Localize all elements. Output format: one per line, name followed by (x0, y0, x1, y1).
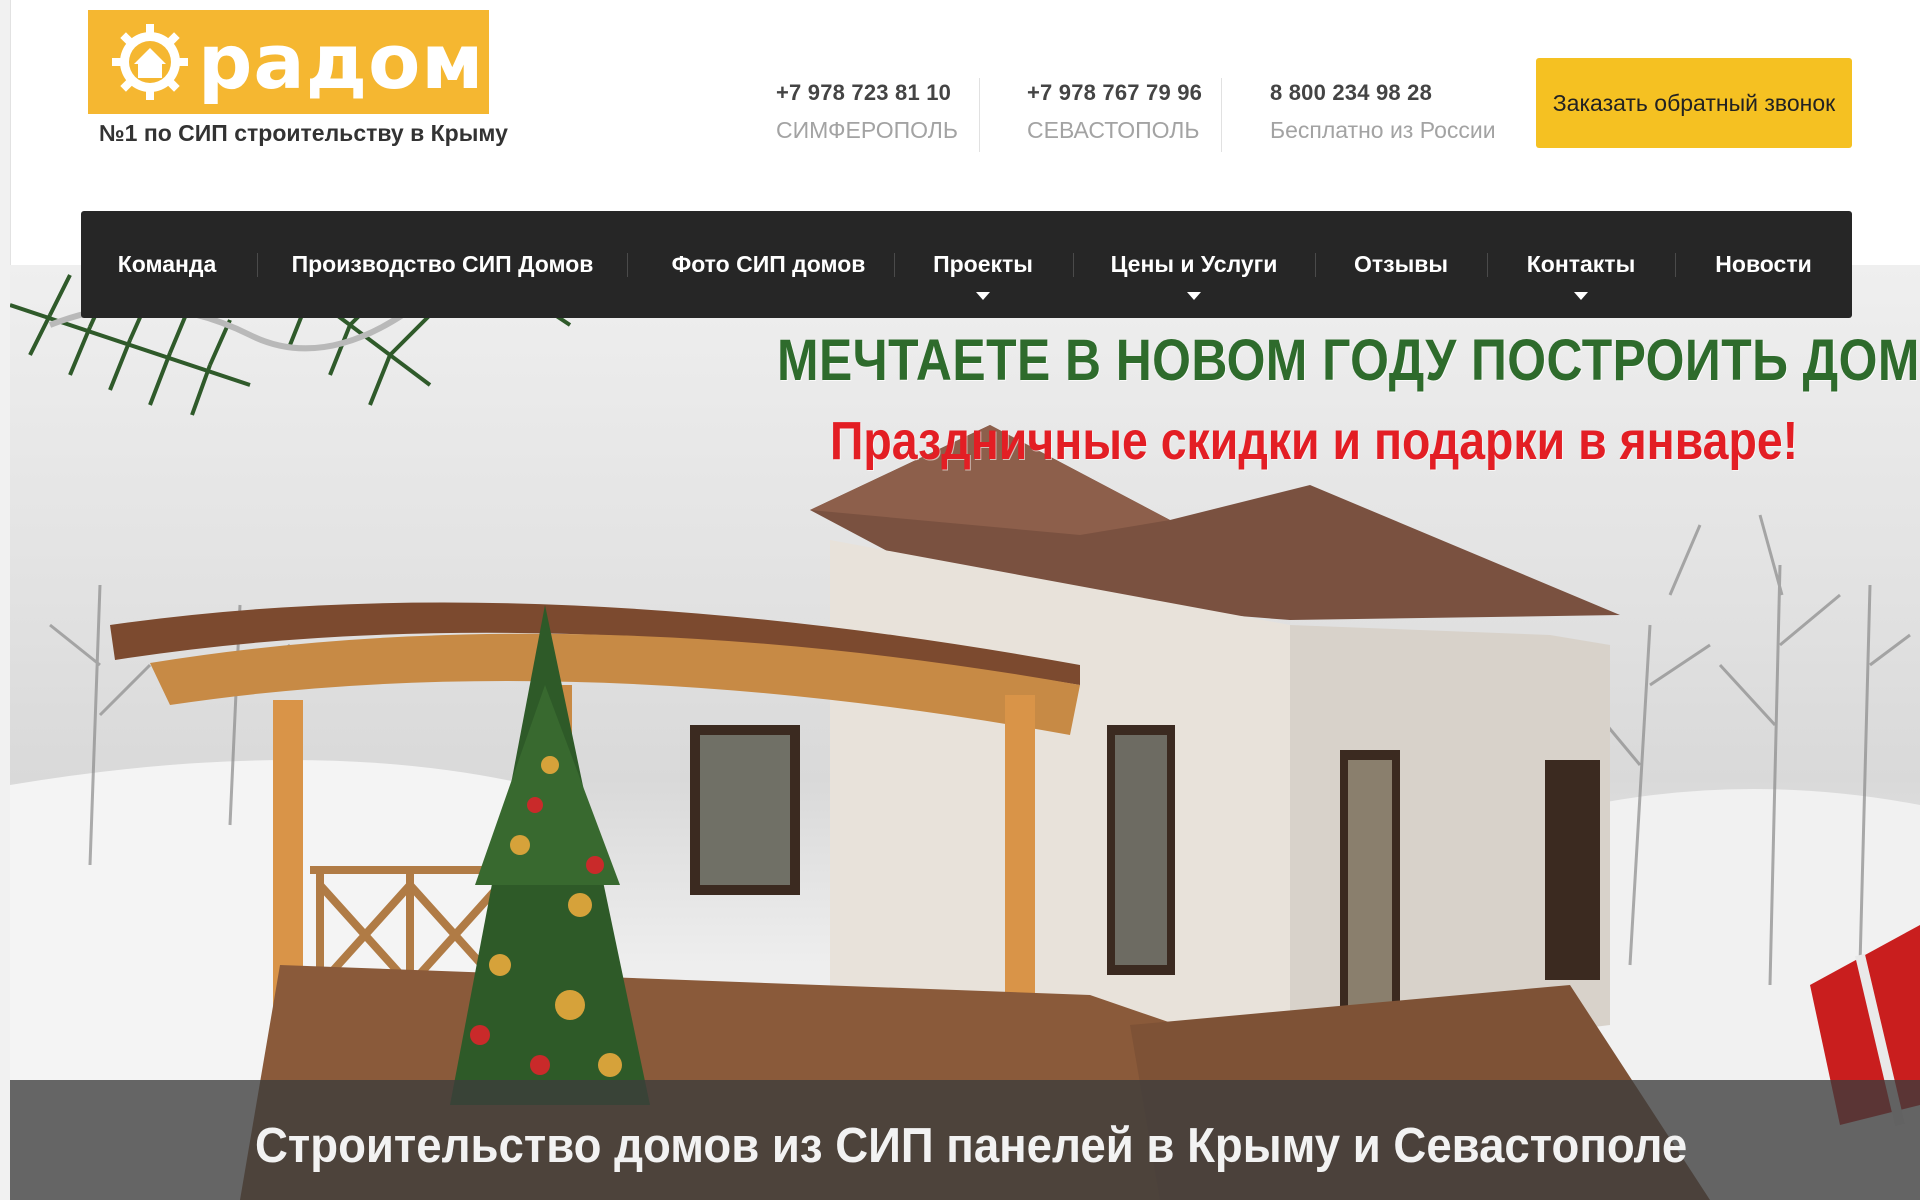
nav-item-projects[interactable]: Проекты (893, 211, 1073, 318)
promo-title: МЕЧТАЕТЕ В НОВОМ ГОДУ ПОСТРОИТЬ ДОМ? (777, 328, 1920, 393)
nav-item-label: Фото СИП домов (671, 251, 866, 277)
nav-item-team[interactable]: Команда (81, 211, 253, 318)
nav-item-news[interactable]: Новости (1675, 211, 1852, 318)
nav-item-label: Отзывы (1353, 251, 1448, 277)
tagline: №1 по СИП строительству в Крыму (99, 120, 508, 146)
chevron-down-icon (1187, 292, 1201, 300)
nav-item-photos[interactable]: Фото СИП домов (631, 211, 906, 318)
logo-gear-house-icon (112, 24, 188, 100)
logo-text: радом (198, 17, 485, 106)
city-label: Бесплатно из России (1270, 117, 1496, 143)
phone-number[interactable]: +7 978 723 81 10 (776, 80, 958, 106)
city-label: СИМФЕРОПОЛЬ (776, 117, 958, 143)
contact-simferopol[interactable]: +7 978 723 81 10 СИМФЕРОПОЛЬ (776, 80, 958, 155)
city-label: СЕВАСТОПОЛЬ (1027, 117, 1200, 143)
chevron-down-icon (1574, 292, 1588, 300)
hero-banner[interactable]: МЕЧТАЕТЕ В НОВОМ ГОДУ ПОСТРОИТЬ ДОМ? Пра… (10, 265, 1920, 1200)
nav-item-production[interactable]: Производство СИП Домов (262, 211, 623, 318)
nav-separator (257, 253, 258, 277)
nav-item-label: Контакты (1526, 251, 1636, 277)
nav-item-label: Производство СИП Домов (291, 251, 594, 277)
nav-item-label: Цены и Услуги (1110, 251, 1278, 277)
main-nav: Команда Производство СИП Домов Фото СИП … (81, 211, 1852, 318)
contact-sevastopol[interactable]: +7 978 767 79 96 СЕВАСТОПОЛЬ (1027, 80, 1202, 155)
nav-item-label: Команда (117, 251, 217, 277)
promo-subtitle: Праздничные скидки и подарки в январе! (830, 411, 1799, 471)
hero-image (10, 265, 1920, 1200)
logo[interactable]: радом (88, 10, 489, 114)
chevron-down-icon (976, 292, 990, 300)
contact-divider (979, 78, 980, 152)
hero-caption: Строительство домов из СИП панелей в Кры… (255, 1119, 1688, 1173)
contact-divider (1221, 78, 1222, 152)
nav-item-label: Проекты (933, 251, 1033, 277)
contact-free-russia[interactable]: 8 800 234 98 28 Бесплатно из России (1270, 80, 1496, 155)
nav-separator (627, 253, 628, 277)
nav-item-reviews[interactable]: Отзывы (1315, 211, 1487, 318)
nav-item-label: Новости (1715, 251, 1812, 277)
callback-button[interactable]: Заказать обратный звонок (1536, 58, 1852, 148)
phone-number[interactable]: +7 978 767 79 96 (1027, 80, 1202, 106)
nav-item-contacts[interactable]: Контакты (1487, 211, 1675, 318)
phone-number[interactable]: 8 800 234 98 28 (1270, 80, 1496, 106)
nav-item-prices[interactable]: Цены и Услуги (1073, 211, 1315, 318)
